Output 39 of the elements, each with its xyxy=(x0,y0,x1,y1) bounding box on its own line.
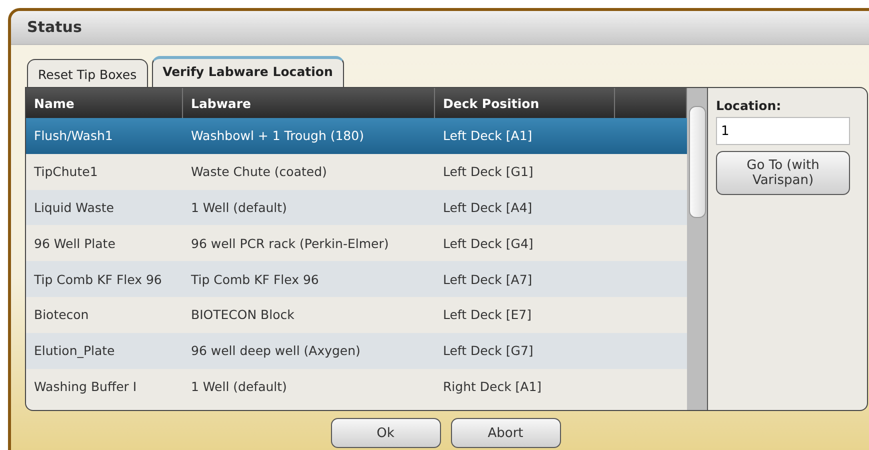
scrollbar[interactable] xyxy=(687,88,707,410)
table-cell-text: Waste Chute (coated) xyxy=(190,163,328,182)
table-row[interactable]: Flush/Wash1 Washbowl + 1 Trough (180) Left Deck [A1] xyxy=(26,118,687,154)
table-cell-text: 1 Well (default) xyxy=(190,378,288,396)
table-cell-text: BIOTECON Block xyxy=(190,306,296,324)
table-cell-text: Liquid Waste xyxy=(33,198,115,217)
table-row[interactable]: Washing Buffer I 1 Well (default) Right Deck [A1] xyxy=(26,368,687,404)
location-label: Location: xyxy=(716,98,782,113)
table-cell-text: Flush/Wash1 xyxy=(33,127,114,146)
table-cell-text: Left Deck [G1] xyxy=(442,163,534,182)
table-cell-text: Left Deck [G4] xyxy=(442,234,534,253)
window-title: Status xyxy=(11,11,869,45)
tab[interactable]: Verify Labware Location xyxy=(152,56,344,87)
table-cell-text: Tip Comb KF Flex 96 xyxy=(33,270,163,289)
table-cell-text: Left Deck [A7] xyxy=(442,270,534,289)
scroll-thumb[interactable] xyxy=(688,106,706,218)
dialog-button[interactable]: Ok xyxy=(330,418,440,448)
dialog-button[interactable]: Abort xyxy=(450,418,560,448)
table-cell-text: 96 Well Plate xyxy=(33,234,116,253)
table-cell-text: Right Deck [A1] xyxy=(442,378,543,396)
table-cell-text: Left Deck [G7] xyxy=(442,342,534,360)
table-cell-text: TipChute1 xyxy=(33,163,99,182)
table-cell-text: Washbowl + 1 Trough (180) xyxy=(190,127,365,146)
go-to-button[interactable]: Go To (with Varispan) xyxy=(716,151,850,195)
tab[interactable]: Reset Tip Boxes xyxy=(27,59,148,87)
table-cell-text: Left Deck [E7] xyxy=(442,306,532,324)
location-field[interactable]: 1 xyxy=(716,117,850,145)
table-cell-text: Elution_Plate xyxy=(33,342,116,360)
table-cell-text: Left Deck [A1] xyxy=(442,127,534,146)
table-cell-text: 1 Well (default) xyxy=(190,198,288,217)
table-cell-text: 96 well deep well (Axygen) xyxy=(190,342,362,360)
table-cell-text: Tip Comb KF Flex 96 xyxy=(190,270,320,289)
table-row[interactable]: Tip Comb KF Flex 96 Tip Comb KF Flex 96 Left Deck [A7] xyxy=(26,261,687,297)
table-row[interactable]: Elution_Plate 96 well deep well (Axygen) Left Deck [G7] xyxy=(26,332,687,369)
table-cell-text: Left Deck [A4] xyxy=(442,198,534,217)
table-cell-text: Biotecon xyxy=(33,306,90,324)
table-cell-text: Washing Buffer I xyxy=(33,378,138,396)
table-row[interactable]: Liquid Waste 1 Well (default) Left Deck [A4] xyxy=(26,190,687,226)
table-cell-text: 96 well PCR rack (Perkin-Elmer) xyxy=(190,234,390,253)
